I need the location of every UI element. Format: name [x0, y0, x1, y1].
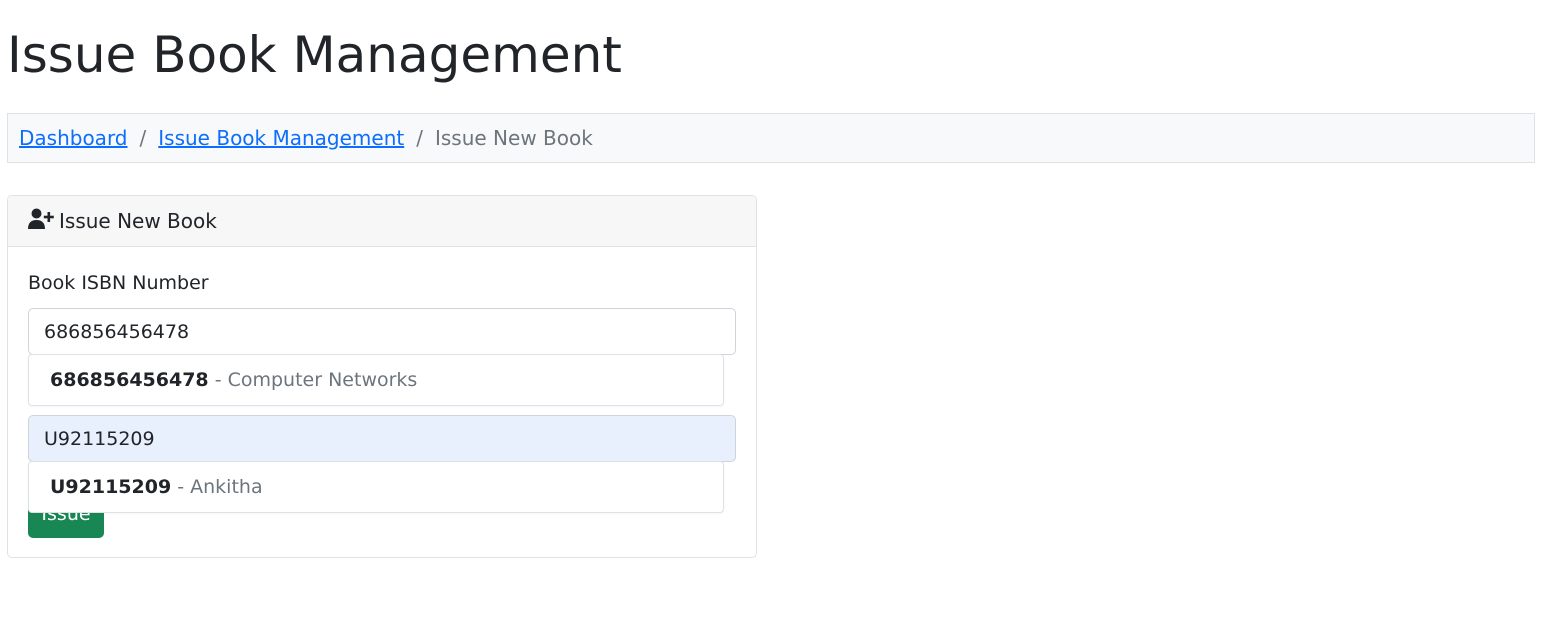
breadcrumb-issue-book-management-link[interactable]: Issue Book Management — [158, 126, 404, 150]
page: Issue Book Management Dashboard / Issue … — [0, 0, 1542, 632]
suggestion-name: Computer Networks — [227, 369, 418, 391]
card-title: Issue New Book — [59, 209, 217, 233]
isbn-suggestion-item[interactable]: 686856456478 - Computer Networks — [28, 354, 724, 406]
card-header: Issue New Book — [8, 196, 756, 247]
issue-book-card: Issue New Book Book ISBN Number 68685645… — [7, 195, 757, 558]
suggestion-name: Ankitha — [190, 476, 263, 498]
isbn-label: Book ISBN Number — [28, 272, 209, 294]
breadcrumb-dashboard-link[interactable]: Dashboard — [19, 126, 128, 150]
breadcrumb-current: Issue New Book — [434, 126, 593, 150]
user-suggestion-item[interactable]: U92115209 - Ankitha — [28, 461, 724, 513]
breadcrumb: Dashboard / Issue Book Management / Issu… — [7, 113, 1535, 163]
user-id-input[interactable] — [28, 415, 736, 462]
breadcrumb-separator: / — [416, 126, 423, 150]
user-plus-icon — [28, 208, 59, 235]
suggestion-separator: - — [171, 476, 191, 498]
suggestion-code: 686856456478 — [50, 369, 209, 391]
suggestion-code: U92115209 — [50, 476, 172, 498]
breadcrumb-separator: / — [139, 126, 147, 150]
page-title: Issue Book Management — [7, 26, 622, 84]
suggestion-separator: - — [208, 369, 228, 391]
isbn-input[interactable] — [28, 308, 736, 355]
